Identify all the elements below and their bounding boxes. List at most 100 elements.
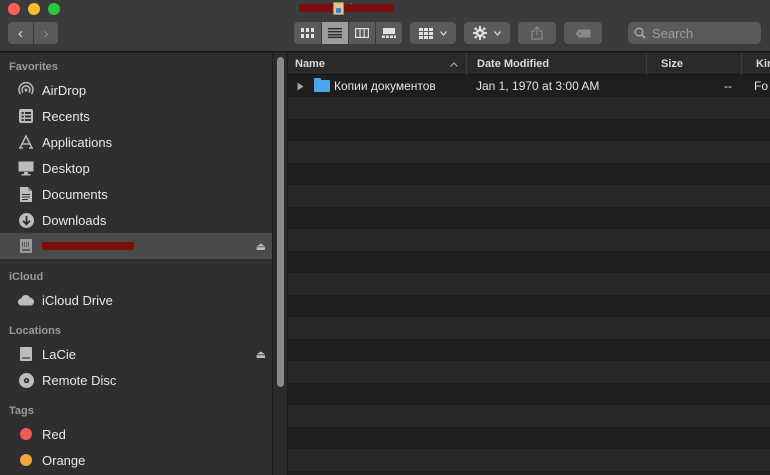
edit-tags-button[interactable] <box>564 22 602 44</box>
minimize-window-button[interactable] <box>28 3 40 15</box>
column-name[interactable]: Name <box>288 53 467 75</box>
gallery-view-button[interactable] <box>375 22 402 44</box>
empty-row <box>288 273 770 295</box>
view-mode-selector <box>294 22 402 44</box>
empty-row <box>288 339 770 361</box>
sidebar-item-label: Documents <box>42 186 108 202</box>
forward-button[interactable]: › <box>33 22 58 44</box>
drive-icon <box>333 1 344 15</box>
empty-row <box>288 361 770 383</box>
airdrop-icon <box>16 80 36 100</box>
sidebar-scrollbar-thumb[interactable] <box>277 57 284 387</box>
sidebar-item-label: LaCie <box>42 346 76 362</box>
sidebar-tag-red[interactable]: Red <box>0 421 272 447</box>
redaction-bar <box>42 242 134 250</box>
tag-color-dot <box>20 428 32 440</box>
column-size[interactable]: Size <box>647 53 742 75</box>
empty-row <box>288 163 770 185</box>
sort-ascending-icon <box>450 61 458 67</box>
gear-icon <box>473 26 488 40</box>
empty-row <box>288 229 770 251</box>
icon-view-button[interactable] <box>294 22 321 44</box>
chevron-left-icon: ‹ <box>18 24 23 42</box>
sidebar-item-label: Red <box>42 426 66 442</box>
sidebar-item-desktop[interactable]: Desktop <box>0 155 272 181</box>
tag-color-dot <box>20 454 32 466</box>
empty-row <box>288 185 770 207</box>
chevron-down-icon <box>439 30 447 36</box>
sidebar-item-lacie[interactable]: LaCie ⏏ <box>0 341 272 367</box>
zoom-window-button[interactable] <box>48 3 60 15</box>
sidebar-item-label: Applications <box>42 134 113 150</box>
window-title: i <box>298 0 394 16</box>
column-size-label: Size <box>661 58 684 70</box>
eject-icon[interactable]: ⏏ <box>256 240 266 253</box>
applications-icon <box>16 132 36 152</box>
column-kind[interactable]: Kin <box>742 53 770 75</box>
sidebar-section-favorites: Favorites <box>9 61 58 73</box>
group-icon <box>419 27 434 39</box>
chevron-down-icon <box>493 30 501 36</box>
eject-icon[interactable]: ⏏ <box>256 348 266 361</box>
back-button[interactable]: ‹ <box>8 22 33 44</box>
file-list: Name Date Modified Size Kin Копии докуме… <box>288 53 770 475</box>
sidebar-item-downloads[interactable]: Downloads <box>0 207 272 233</box>
column-date-modified[interactable]: Date Modified <box>467 53 647 75</box>
documents-icon <box>16 184 36 204</box>
sidebar-section-icloud: iCloud <box>9 271 44 283</box>
column-date-label: Date Modified <box>477 58 550 70</box>
close-window-button[interactable] <box>8 3 20 15</box>
column-name-label: Name <box>295 58 325 70</box>
downloads-icon <box>16 210 36 230</box>
kind-cell: Fo <box>754 79 769 93</box>
sidebar-item-applications[interactable]: Applications <box>0 129 272 155</box>
sidebar-item-icloud-drive[interactable]: iCloud Drive <box>0 287 272 313</box>
empty-row <box>288 405 770 427</box>
empty-row <box>288 383 770 405</box>
desktop-icon <box>16 158 36 178</box>
search-field[interactable] <box>628 22 761 44</box>
sidebar-item-label: Recents <box>42 108 90 124</box>
sidebar-item-remote-disc[interactable]: Remote Disc <box>0 367 272 393</box>
list-view-icon <box>328 28 342 38</box>
sidebar-tag-orange[interactable]: Orange <box>0 447 272 473</box>
file-name: Копии документов <box>334 79 436 93</box>
date-modified-cell: Jan 1, 1970 at 3:00 AM <box>476 79 600 93</box>
folder-icon <box>314 78 330 92</box>
sidebar-item-recents[interactable]: Recents <box>0 103 272 129</box>
table-row[interactable]: Копии документов Jan 1, 1970 at 3:00 AM … <box>288 75 770 97</box>
list-view-button[interactable] <box>321 22 348 44</box>
empty-row <box>288 119 770 141</box>
sidebar-item-airdrop[interactable]: AirDrop <box>0 77 272 103</box>
sidebar-item-label: Desktop <box>42 160 90 176</box>
search-icon <box>634 27 646 39</box>
sidebar-scrollbar[interactable] <box>272 53 288 475</box>
column-view-button[interactable] <box>348 22 375 44</box>
empty-row <box>288 449 770 471</box>
size-cell: -- <box>724 79 732 93</box>
sidebar-item-label: Orange <box>42 452 86 468</box>
action-menu-button[interactable] <box>464 22 510 44</box>
empty-row <box>288 207 770 229</box>
empty-row <box>288 295 770 317</box>
disclosure-triangle-icon[interactable] <box>297 75 304 97</box>
sidebar-item-documents[interactable]: Documents <box>0 181 272 207</box>
sidebar-item-label: AirDrop <box>42 82 87 98</box>
recents-icon <box>16 106 36 126</box>
sidebar: Favorites AirDrop Recents Applications D… <box>0 53 272 475</box>
empty-row <box>288 251 770 273</box>
gallery-view-icon <box>382 28 396 38</box>
column-view-icon <box>355 28 369 38</box>
empty-row <box>288 97 770 119</box>
search-input[interactable] <box>652 25 752 41</box>
icon-view-icon <box>301 28 314 38</box>
group-by-button[interactable] <box>410 22 456 44</box>
sidebar-item-selected-volume[interactable]: ⏏ <box>0 233 272 259</box>
empty-row <box>288 141 770 163</box>
sidebar-section-locations: Locations <box>9 325 61 337</box>
sidebar-section-tags: Tags <box>9 405 34 417</box>
cloud-icon <box>16 290 36 310</box>
share-icon <box>531 26 543 40</box>
share-button[interactable] <box>518 22 556 44</box>
navigation-buttons: ‹ › <box>8 22 58 44</box>
